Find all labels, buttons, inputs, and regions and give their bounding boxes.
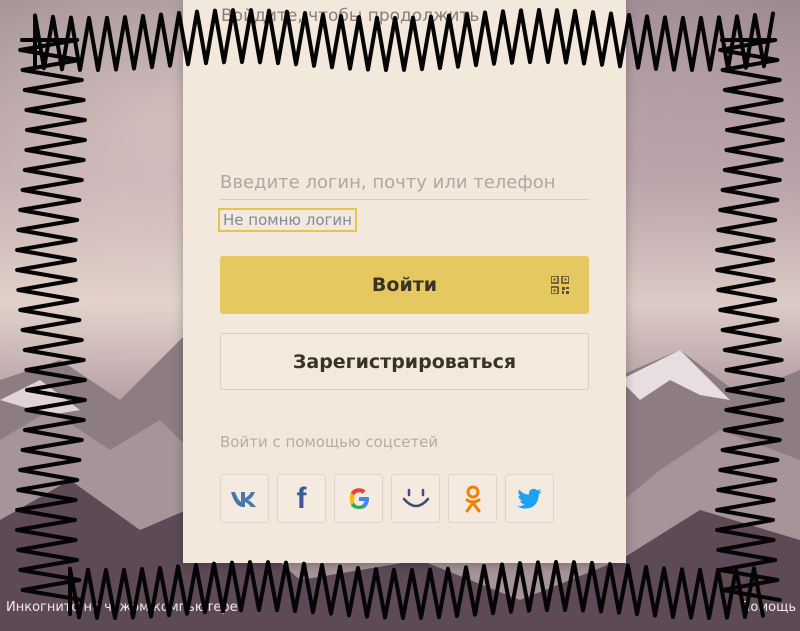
twitter-icon xyxy=(516,488,542,509)
vk-icon xyxy=(230,491,256,507)
social-button-facebook[interactable]: f xyxy=(277,474,326,523)
forgot-login-link[interactable]: Не помню логин xyxy=(218,208,357,232)
social-button-mailru[interactable] xyxy=(391,474,440,523)
ok-icon xyxy=(465,485,480,512)
register-button[interactable]: Зарегистрироваться xyxy=(220,333,589,390)
google-icon xyxy=(349,487,369,509)
social-button-vk[interactable] xyxy=(220,474,269,523)
mailru-icon xyxy=(402,488,429,507)
incognito-link[interactable]: Инкогнито на чужом компьютере xyxy=(6,600,238,615)
social-button-google[interactable] xyxy=(334,474,383,523)
register-button-label: Зарегистрироваться xyxy=(292,350,517,373)
social-login-label: Войти с помощью соцсетей xyxy=(220,433,439,451)
login-input[interactable] xyxy=(220,165,589,200)
social-buttons: f xyxy=(220,474,554,523)
facebook-icon: f xyxy=(296,481,307,515)
social-button-twitter[interactable] xyxy=(505,474,554,523)
qr-code-icon[interactable] xyxy=(551,276,569,294)
panel-subtitle: Войдите, чтобы продолжить xyxy=(221,6,480,26)
login-button-label: Войти xyxy=(371,274,438,296)
help-link[interactable]: Помощь xyxy=(741,600,796,615)
login-button[interactable]: Войти xyxy=(220,256,589,314)
social-button-ok[interactable] xyxy=(448,474,497,523)
